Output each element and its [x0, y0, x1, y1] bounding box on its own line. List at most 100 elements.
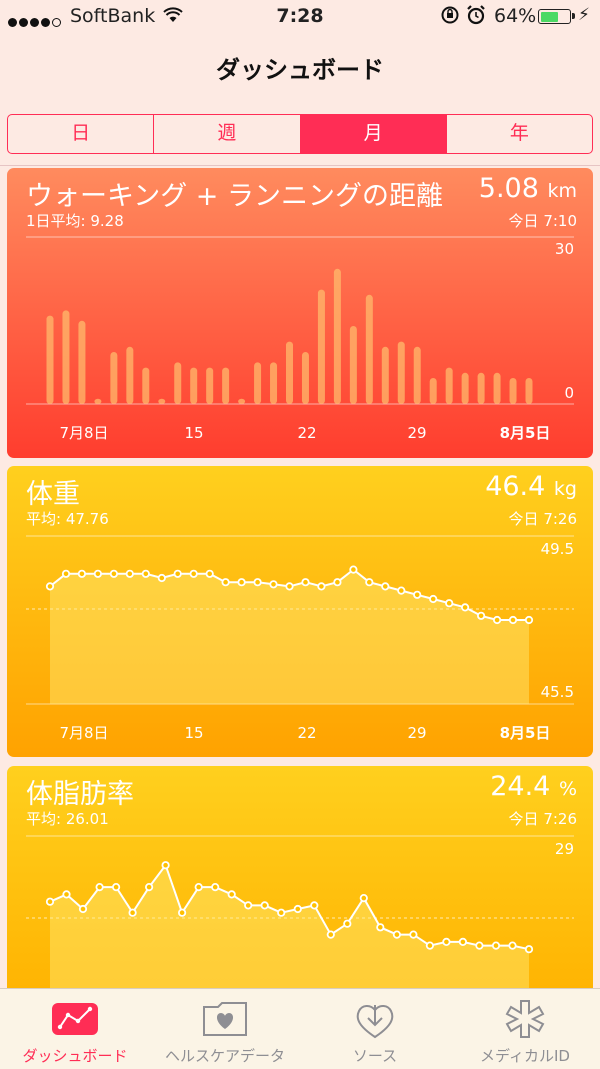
- data-point: [61, 569, 71, 578]
- segment-day[interactable]: 日: [8, 115, 155, 153]
- data-point: [381, 582, 390, 591]
- weight-line-chart: 49.5 45.5 7月8日 15 22 29 8月5日: [26, 535, 574, 742]
- bar: [413, 346, 421, 404]
- data-point: [112, 883, 121, 892]
- bar: [222, 367, 230, 404]
- data-point: [178, 908, 187, 917]
- period-segmented-control: 日 週 月 年: [7, 114, 593, 154]
- segment-week[interactable]: 週: [154, 115, 301, 153]
- data-point: [244, 901, 253, 910]
- x-tick-label: 29: [407, 724, 426, 742]
- tab-label: ダッシュボード: [22, 1047, 128, 1065]
- bar: [78, 320, 86, 404]
- data-point: [442, 937, 451, 946]
- tab-label: メディカルID: [480, 1047, 570, 1065]
- data-point: [508, 615, 518, 625]
- data-point: [458, 937, 467, 946]
- data-point: [93, 569, 103, 578]
- battery-percent: 64%: [494, 5, 537, 27]
- health-data-icon: [200, 999, 250, 1039]
- area-fill: [50, 865, 529, 1006]
- data-point: [194, 883, 203, 892]
- bar: [254, 362, 262, 404]
- y-tick-label: 0: [564, 384, 574, 402]
- x-tick-label: 22: [297, 724, 316, 742]
- bar: [365, 294, 373, 404]
- data-point: [476, 611, 486, 620]
- bar: [525, 378, 533, 404]
- weight-card[interactable]: 体重 46.4 kg 平均: 47.76 今日 7:26 49.5 45.5 7月8…: [7, 466, 593, 757]
- data-point: [260, 901, 269, 910]
- data-point: [269, 580, 278, 589]
- tab-sources[interactable]: ソース: [300, 989, 450, 1069]
- bar: [158, 398, 166, 404]
- data-point: [475, 941, 484, 950]
- data-point: [508, 941, 517, 950]
- tab-label: ヘルスケアデータ: [164, 1047, 285, 1065]
- data-point: [326, 930, 335, 939]
- data-point: [95, 883, 104, 892]
- y-tick-label: 49.5: [541, 540, 574, 558]
- data-point: [349, 565, 358, 574]
- data-point: [317, 582, 326, 591]
- medical-id-icon: [500, 999, 550, 1039]
- tab-medical-id[interactable]: メディカルID: [450, 989, 600, 1069]
- segment-month[interactable]: 月: [300, 115, 447, 153]
- data-point: [301, 578, 310, 587]
- data-point: [524, 615, 534, 625]
- y-tick-label: 30: [555, 240, 574, 258]
- data-point: [491, 941, 501, 950]
- data-point: [333, 578, 342, 587]
- status-bar: SoftBank 7:28 64% ⚡: [0, 0, 600, 34]
- data-point: [77, 569, 87, 578]
- data-point: [445, 599, 454, 608]
- data-point: [141, 569, 150, 578]
- data-point: [237, 578, 246, 587]
- x-tick-label: 8月5日: [500, 724, 551, 742]
- tab-label: ソース: [352, 1047, 398, 1065]
- bar: [94, 398, 102, 404]
- data-point: [221, 578, 230, 587]
- bar: [46, 315, 54, 404]
- data-point: [492, 615, 502, 625]
- tab-dashboard[interactable]: ダッシュボード: [0, 989, 150, 1069]
- bar: [174, 362, 182, 404]
- data-point: [392, 930, 401, 939]
- bar: [317, 289, 325, 404]
- sources-icon: [350, 999, 400, 1039]
- data-point: [413, 590, 422, 599]
- segment-year[interactable]: 年: [447, 115, 592, 153]
- data-point: [173, 569, 182, 578]
- alarm-icon: [466, 4, 486, 31]
- data-point: [359, 894, 368, 903]
- data-point: [397, 586, 406, 595]
- header-divider: [0, 165, 600, 166]
- bar: [238, 398, 246, 404]
- bar: [62, 310, 70, 404]
- data-point: [293, 904, 302, 914]
- data-point: [429, 594, 438, 604]
- data-point: [376, 923, 385, 932]
- distance-card[interactable]: ウォーキング + ランニングの距離 5.08 km 1日平均: 9.28 今日 …: [7, 168, 593, 458]
- data-point: [343, 919, 352, 928]
- y-tick-label: 29: [555, 840, 574, 858]
- data-point: [128, 908, 137, 917]
- data-point: [78, 904, 88, 914]
- charging-bolt-icon: ⚡: [578, 5, 590, 25]
- x-tick-label: 7月8日: [59, 724, 108, 742]
- dashboard-icon: [50, 999, 100, 1039]
- bar: [206, 367, 214, 404]
- body-fat-card[interactable]: 体脂肪率 24.4 % 平均: 26.01 今日 7:26 29: [7, 766, 593, 1006]
- data-point: [524, 945, 534, 954]
- bar: [509, 378, 517, 404]
- x-tick-label: 22: [297, 424, 316, 442]
- rotation-lock-icon: [440, 5, 460, 30]
- bar: [110, 352, 118, 404]
- distance-bar-chart: 30 0 7月8日 15 22 29 8月5日: [26, 236, 574, 442]
- tab-bar: ダッシュボード ヘルスケアデータ ソース メディカルID: [0, 988, 600, 1069]
- bar: [333, 268, 341, 404]
- y-tick-label: 45.5: [541, 683, 574, 701]
- data-point: [109, 569, 119, 578]
- data-point: [425, 941, 434, 950]
- tab-health-data[interactable]: ヘルスケアデータ: [150, 989, 300, 1069]
